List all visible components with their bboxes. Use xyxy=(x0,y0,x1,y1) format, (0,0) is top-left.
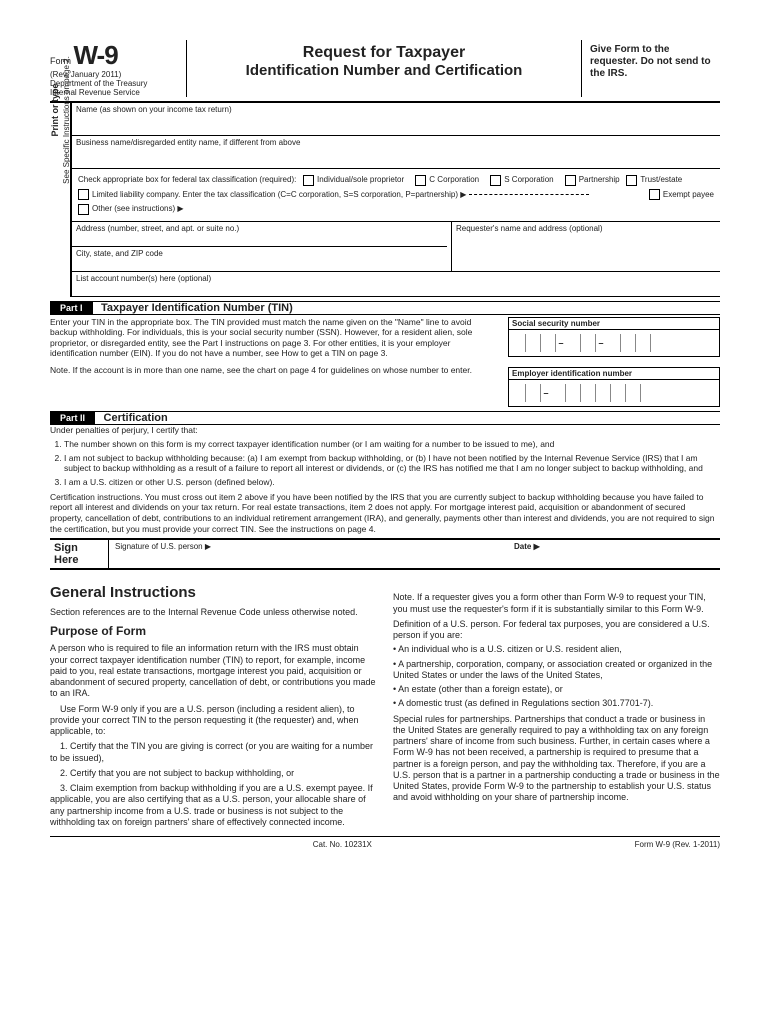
city-field[interactable]: City, state, and ZIP code xyxy=(72,247,447,271)
sign-here-label: Sign Here xyxy=(50,540,109,568)
part2-label: Part II xyxy=(50,412,95,424)
classification-section: Check appropriate box for federal tax cl… xyxy=(72,169,720,221)
part2-title: Certification xyxy=(104,412,168,424)
ssn-box[interactable]: Social security number –– xyxy=(508,317,720,357)
ein-label: Employer identification number xyxy=(509,368,719,380)
part1-p1: Enter your TIN in the appropriate box. T… xyxy=(50,317,498,360)
checkbox-trust[interactable] xyxy=(626,175,637,186)
ein-box[interactable]: Employer identification number – xyxy=(508,367,720,407)
label-scorp: S Corporation xyxy=(504,175,553,184)
right-note: Note. If a requester gives you a form ot… xyxy=(393,592,720,615)
header-right-note: Give Form to the requester. Do not send … xyxy=(581,40,720,97)
cert-instructions: Certification instructions. You must cro… xyxy=(50,492,720,535)
title-line1: Request for Taxpayer xyxy=(197,44,571,62)
cat-no: Cat. No. 10231X xyxy=(313,840,372,849)
ssn-label: Social security number xyxy=(509,318,719,330)
requester-field[interactable]: Requester's name and address (optional) xyxy=(452,222,720,271)
label-partnership: Partnership xyxy=(579,175,620,184)
part1-title: Taxpayer Identification Number (TIN) xyxy=(101,302,293,314)
part1-label: Part I xyxy=(50,302,93,314)
purpose-p2: Use Form W-9 only if you are a U.S. pers… xyxy=(50,704,377,738)
purpose-li3: 3. Claim exemption from backup withholdi… xyxy=(50,783,377,828)
purpose-li1: 1. Certify that the TIN you are giving i… xyxy=(50,741,377,764)
checkbox-llc[interactable] xyxy=(78,189,89,200)
label-individual: Individual/sole proprietor xyxy=(317,175,404,184)
label-llc: Limited liability company. Enter the tax… xyxy=(92,190,466,199)
name-field[interactable]: Name (as shown on your income tax return… xyxy=(72,103,720,136)
llc-class-input[interactable] xyxy=(469,194,589,195)
checkbox-scorp[interactable] xyxy=(490,175,501,186)
purpose-p1: A person who is required to file an info… xyxy=(50,643,377,699)
checkbox-partnership[interactable] xyxy=(565,175,576,186)
checkbox-exempt[interactable] xyxy=(649,189,660,200)
title-line2: Identification Number and Certification xyxy=(197,62,571,79)
address-field[interactable]: Address (number, street, and apt. or sui… xyxy=(72,222,447,247)
right-b3: • An estate (other than a foreign estate… xyxy=(393,684,720,695)
footer-form: Form W-9 (Rev. 1-2011) xyxy=(635,840,720,849)
general-p: Section references are to the Internal R… xyxy=(50,607,377,618)
right-b2: • A partnership, corporation, company, o… xyxy=(393,659,720,682)
general-instructions-heading: General Instructions xyxy=(50,584,377,603)
checkbox-other[interactable] xyxy=(78,204,89,215)
part1-p2: Note. If the account is in more than one… xyxy=(50,365,498,376)
cert-item1: The number shown on this form is my corr… xyxy=(64,439,720,450)
side-instructions-label: See Specific Instructions on page 2. xyxy=(62,20,71,220)
label-trust: Trust/estate xyxy=(640,175,682,184)
side-print-label: Print or type xyxy=(50,10,60,210)
right-def: Definition of a U.S. person. For federal… xyxy=(393,619,720,642)
date-field[interactable]: Date ▶ xyxy=(508,540,720,568)
checkbox-ccorp[interactable] xyxy=(415,175,426,186)
cert-item2: I am not subject to backup withholding b… xyxy=(64,453,720,474)
form-header: Form W-9 (Rev. January 2011) Department … xyxy=(50,40,720,103)
class-intro: Check appropriate box for federal tax cl… xyxy=(78,175,296,184)
right-special: Special rules for partnerships. Partners… xyxy=(393,714,720,804)
right-b1: • An individual who is a U.S. citizen or… xyxy=(393,644,720,655)
label-other: Other (see instructions) ▶ xyxy=(92,204,184,213)
signature-field[interactable]: Signature of U.S. person ▶ xyxy=(109,540,508,568)
label-ccorp: C Corporation xyxy=(429,175,479,184)
checkbox-individual[interactable] xyxy=(303,175,314,186)
label-exempt: Exempt payee xyxy=(663,190,714,199)
form-number: W-9 xyxy=(74,40,118,70)
cert-intro: Under penalties of perjury, I certify th… xyxy=(50,425,720,436)
right-b4: • A domestic trust (as defined in Regula… xyxy=(393,698,720,709)
business-field[interactable]: Business name/disregarded entity name, i… xyxy=(72,136,720,169)
purpose-li2: 2. Certify that you are not subject to b… xyxy=(50,768,377,779)
purpose-heading: Purpose of Form xyxy=(50,624,377,639)
accounts-field[interactable]: List account number(s) here (optional) xyxy=(72,272,720,297)
cert-item3: I am a U.S. citizen or other U.S. person… xyxy=(64,477,720,488)
